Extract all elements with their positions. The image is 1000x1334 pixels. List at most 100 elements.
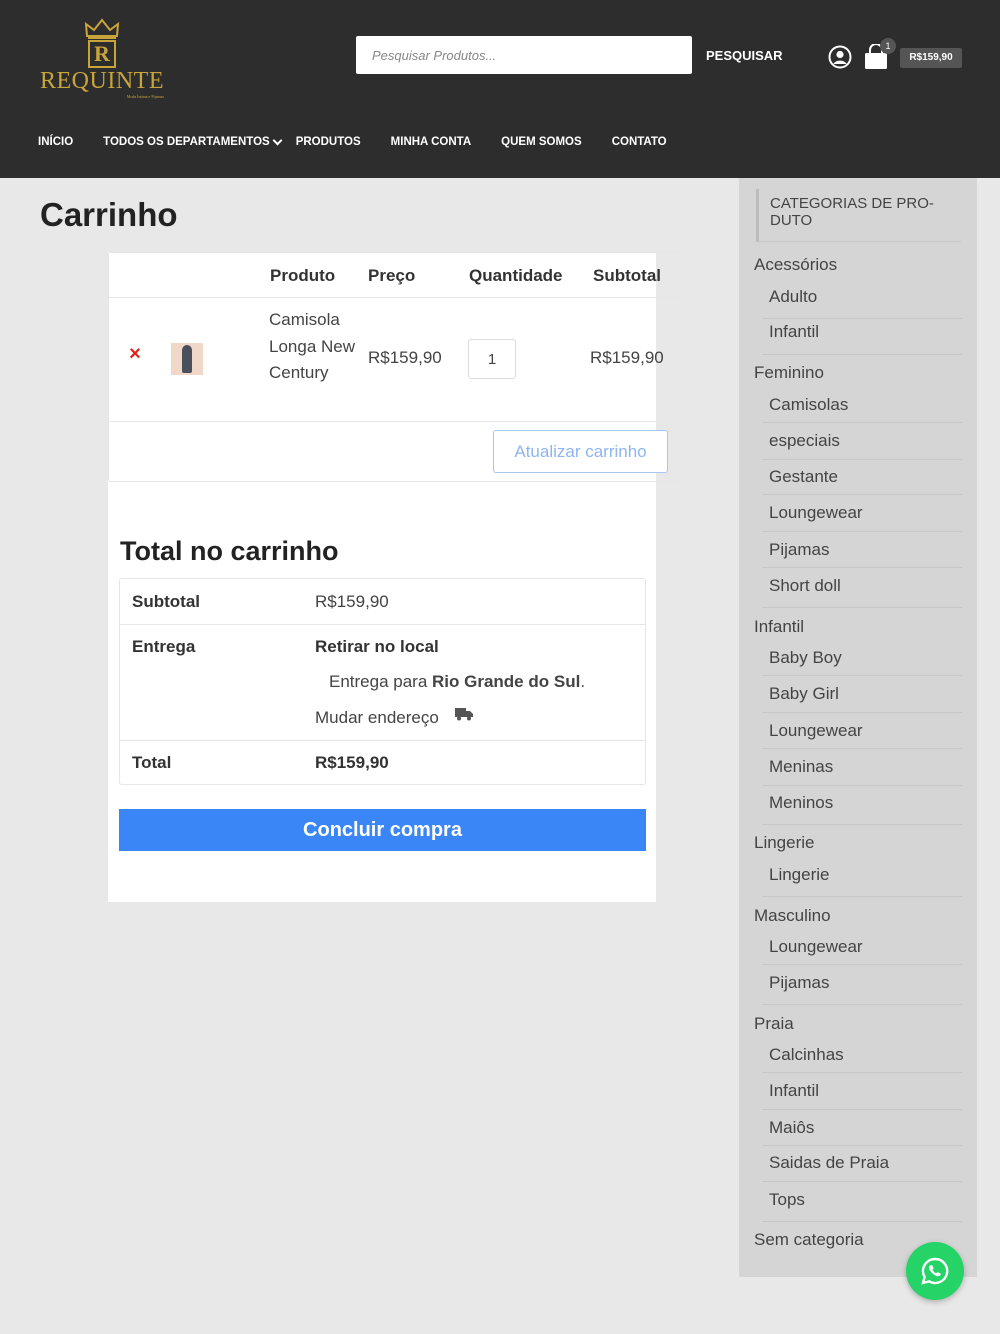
nav-item-minha-conta[interactable]: MINHA CONTA [391,132,472,152]
sidebar-title: CATEGORIAS DE PRO-DUTO [756,189,961,242]
search-button[interactable]: PESQUISAR [690,36,808,74]
sidebar-divider [762,459,962,460]
subcategory-short-doll[interactable]: Short doll [769,576,841,596]
quantity-input[interactable] [468,339,516,379]
subcategory-lingerie[interactable]: Lingerie [769,865,830,885]
shipping-label: Entrega [132,637,196,656]
subcategory-infantil[interactable]: Infantil [769,322,819,342]
shipping-destination-text: Entrega para Rio Grande do Sul. [329,672,585,692]
subcategory-baby-boy[interactable]: Baby Boy [769,648,842,668]
subcategory-meninos[interactable]: Meninos [769,793,833,813]
search-input[interactable] [356,36,692,74]
cart-table-header: Produto Preço Quantidade Subtotal [109,253,680,298]
sidebar-divider [762,531,962,532]
total-label: Total [132,753,172,772]
subcategory-especiais[interactable]: especiais [769,431,840,451]
category-infantil[interactable]: Infantil [754,617,804,637]
subcategory-pijamas-masculino[interactable]: Pijamas [769,973,829,993]
logo-tagline: Moda Íntima e Pijamas [126,94,164,99]
sidebar-divider [762,1109,962,1110]
category-sem-categoria[interactable]: Sem categoria [754,1230,864,1250]
subcategory-loungewear-masculino[interactable]: Loungewear [769,937,863,957]
category-praia[interactable]: Praia [754,1014,794,1034]
whatsapp-icon [921,1257,949,1285]
product-thumbnail[interactable] [171,343,203,375]
nav-item-label: CONTATO [611,136,667,148]
product-name-link[interactable]: Camisola Longa New Century [269,307,359,387]
nav-item-produtos[interactable]: PRODUTOS [296,132,361,152]
sidebar-divider [762,712,962,713]
cart-total-badge[interactable]: R$159,90 [900,48,962,68]
remove-item-button[interactable]: × [127,344,143,364]
product-price: R$159,90 [368,348,442,367]
sidebar-divider [762,318,962,319]
product-subtotal: R$159,90 [590,348,664,367]
sidebar-divider [762,824,962,825]
page-title: Carrinho [40,196,178,233]
subcategory-gestante[interactable]: Gestante [769,467,838,487]
sidebar-divider [762,675,962,676]
sidebar-divider [762,1072,962,1073]
subcategory-adulto[interactable]: Adulto [769,287,817,307]
category-feminino[interactable]: Feminino [754,363,824,383]
cart-count-badge: 1 [880,38,896,54]
sidebar-divider [762,785,962,786]
nav-item-label: PRODUTOS [295,136,361,148]
subcategory-camisolas[interactable]: Camisolas [769,395,848,415]
product-image [182,345,192,373]
update-cart-button[interactable]: Atualizar carrinho [493,430,668,473]
subcategory-loungewear[interactable]: Loungewear [769,503,863,523]
subcategory-maios[interactable]: Maiôs [769,1118,814,1138]
search-field [356,36,692,74]
nav-item-contato[interactable]: CONTATO [612,132,667,152]
category-masculino[interactable]: Masculino [754,906,831,926]
subtotal-value: R$159,90 [315,592,389,611]
sidebar-divider [762,964,962,965]
main-navigation: INÍCIO TODOS OS DEPARTAMENTOS PRODUTOS M… [38,132,667,152]
site-header: R REQUINTE Moda Íntima e Pijamas PESQUIS… [0,0,1000,178]
totals-divider [120,624,645,625]
nav-item-inicio[interactable]: INÍCIO [38,132,73,152]
nav-item-label: QUEM SOMOS [501,136,582,148]
sidebar-divider [762,1145,962,1146]
whatsapp-button[interactable] [906,1242,964,1300]
shipping-method: Retirar no local [315,637,439,656]
subtotal-label: Subtotal [132,592,200,611]
subcategory-infantil-praia[interactable]: Infantil [769,1081,819,1101]
site-logo[interactable]: R REQUINTE Moda Íntima e Pijamas [40,14,170,104]
subcategory-pijamas[interactable]: Pijamas [769,540,829,560]
subcategory-calcinhas[interactable]: Calcinhas [769,1045,844,1065]
subcategory-baby-girl[interactable]: Baby Girl [769,684,839,704]
sidebar-divider [762,1221,962,1222]
subcategory-meninas[interactable]: Meninas [769,757,833,777]
cart-totals-title: Total no carrinho [120,536,339,566]
crown-icon [84,18,120,39]
sidebar-divider [762,896,962,897]
sidebar-divider [762,1004,962,1005]
column-header-preco: Preço [368,266,416,285]
nav-item-quem-somos[interactable]: QUEM SOMOS [501,132,582,152]
column-header-quantidade: Quantidade [469,266,563,285]
totals-divider [120,740,645,741]
truck-icon [455,708,473,721]
subcategory-saidas-de-praia[interactable]: Saidas de Praia [769,1153,889,1173]
sidebar-divider [762,748,962,749]
change-address-link[interactable]: Mudar endereço [315,708,439,728]
subcategory-loungewear-infantil[interactable]: Loungewear [769,721,863,741]
sidebar-divider [762,567,962,568]
sidebar-divider [762,422,962,423]
sidebar-divider [762,494,962,495]
subcategory-tops[interactable]: Tops [769,1190,805,1210]
nav-item-departamentos[interactable]: TODOS OS DEPARTAMENTOS [103,132,283,152]
logo-wordmark: REQUINTE [40,68,164,94]
checkout-button[interactable]: Concluir compra [119,809,646,851]
column-header-subtotal: Subtotal [593,266,661,285]
category-acessorios[interactable]: Acessórios [754,255,837,275]
close-icon: × [129,343,141,365]
chevron-down-icon [272,135,283,145]
sidebar-divider [762,607,962,608]
total-value: R$159,90 [315,753,389,772]
category-lingerie[interactable]: Lingerie [754,833,815,853]
user-circle-icon[interactable] [828,45,852,69]
shipping-destination: Rio Grande do Sul [432,672,581,691]
